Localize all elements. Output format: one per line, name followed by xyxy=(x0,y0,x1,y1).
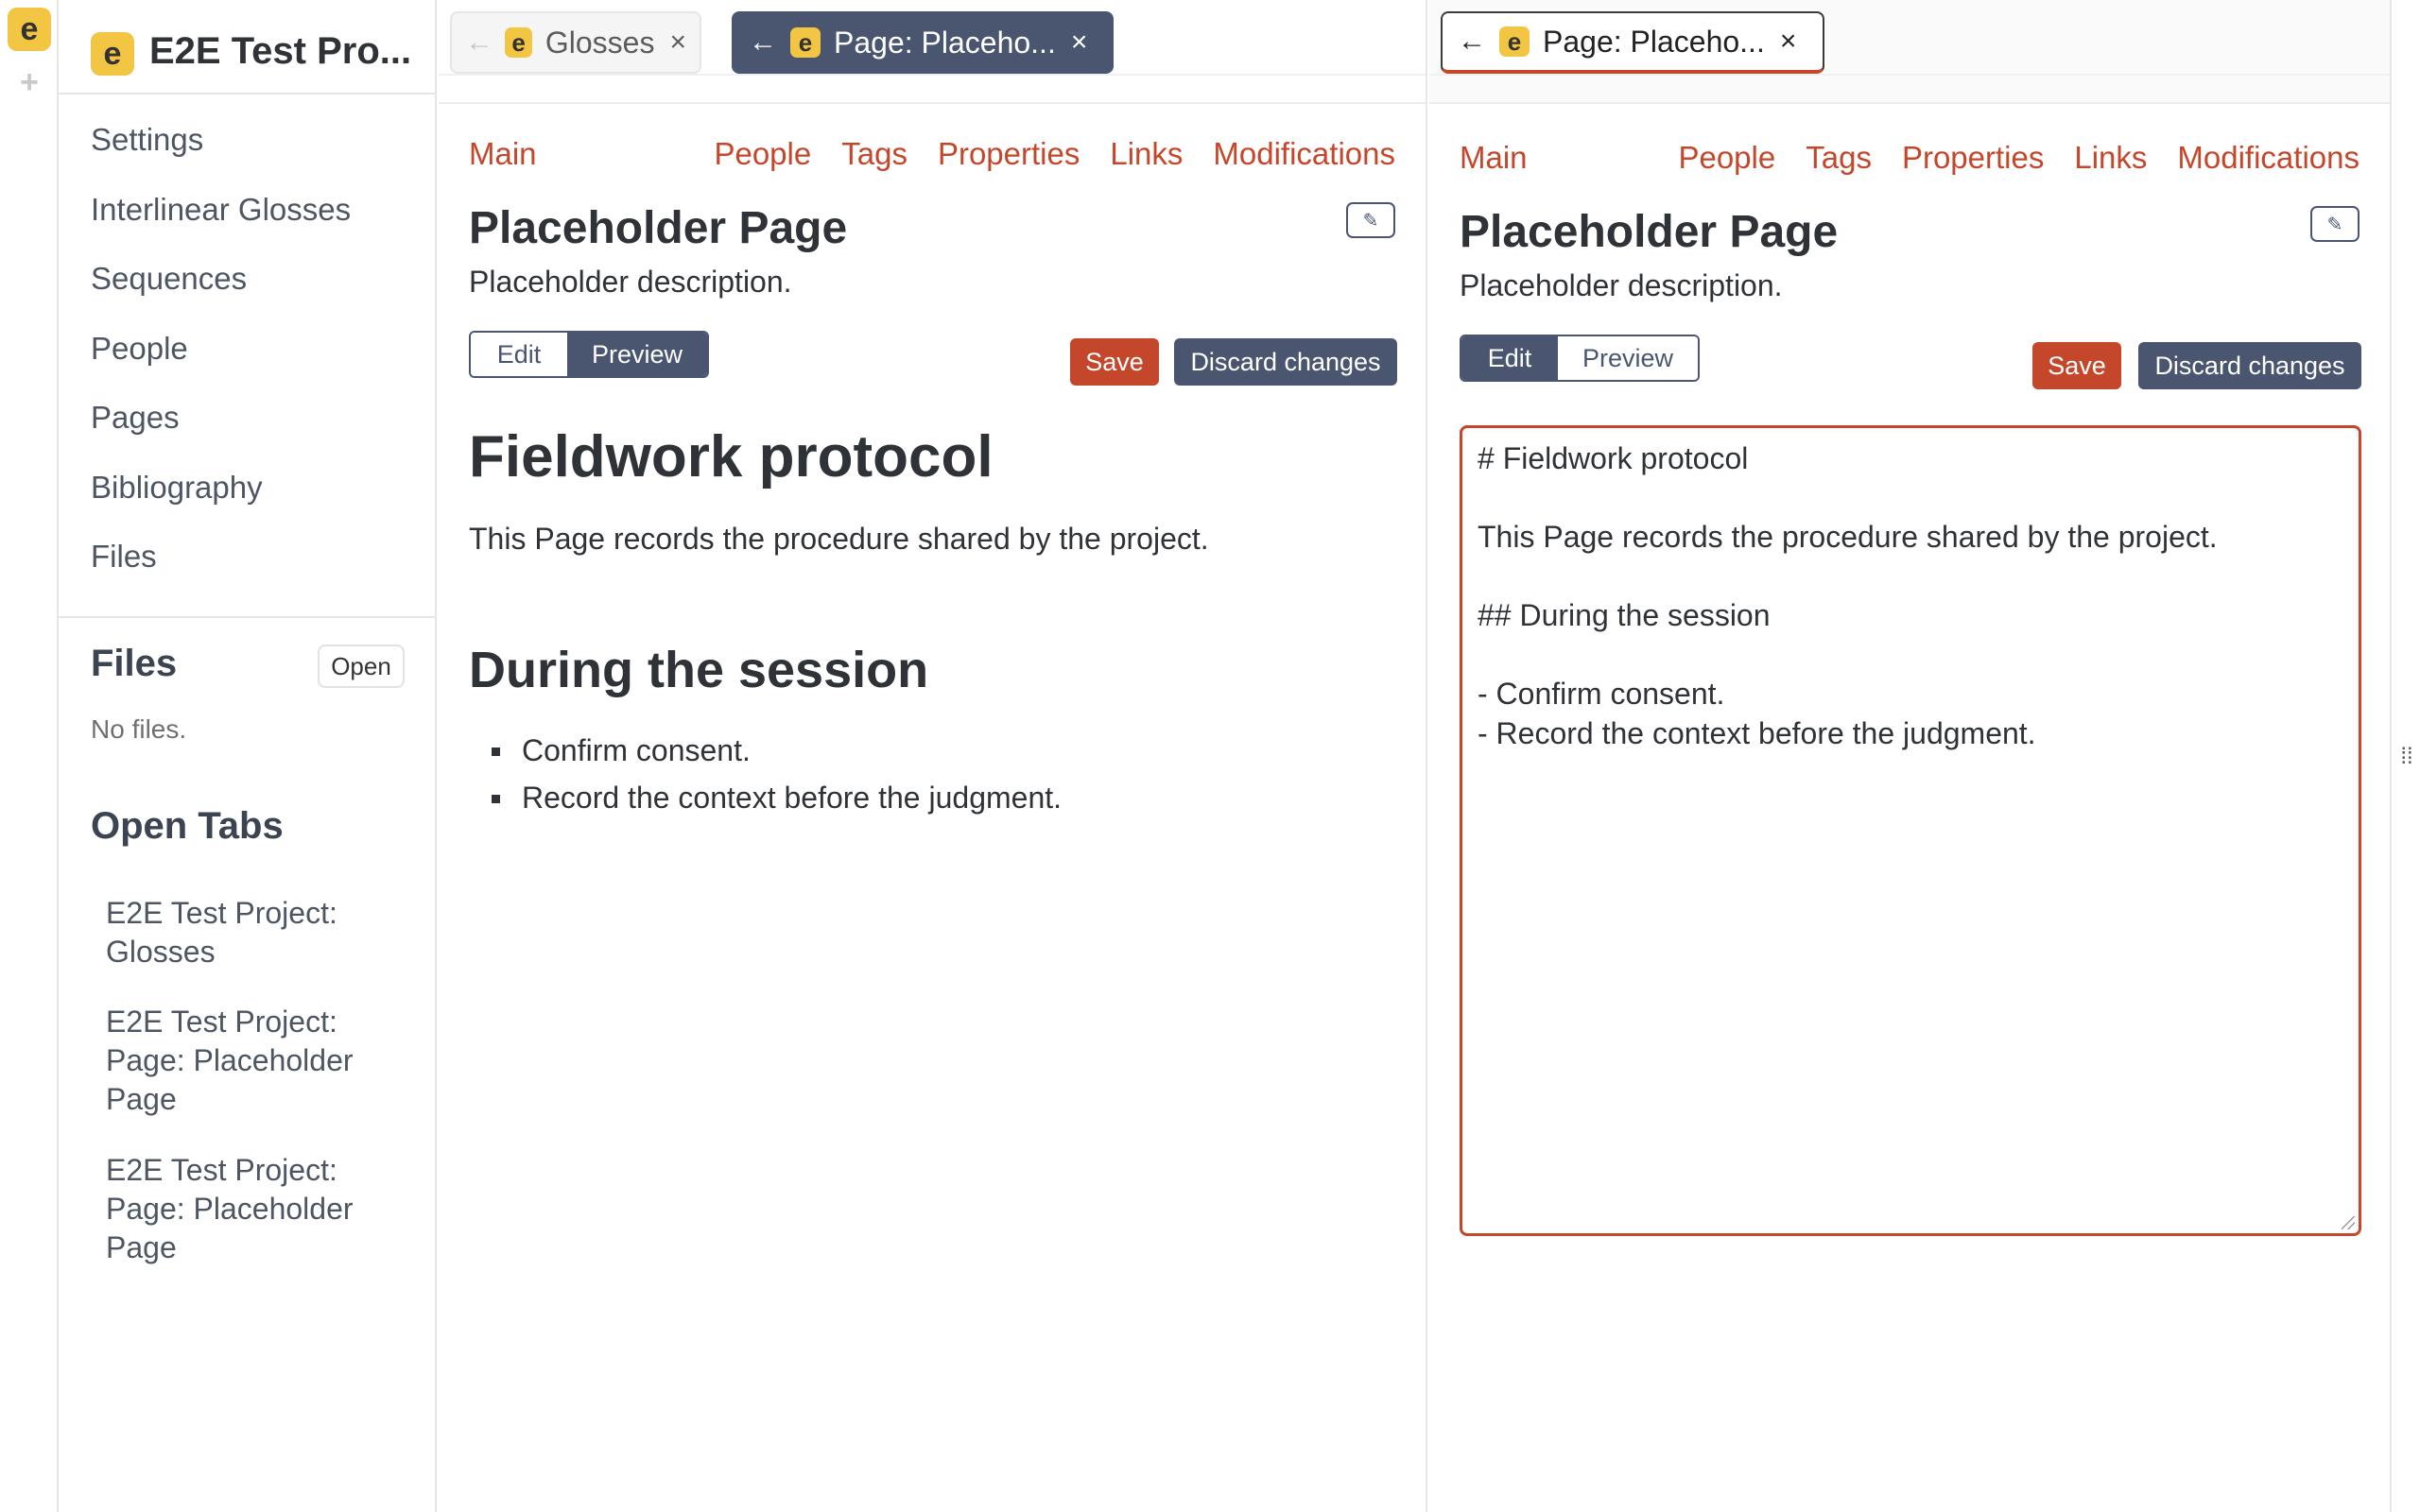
tabbar-divider xyxy=(1429,74,2390,76)
page-nav-links: People Tags Properties Links Modificatio… xyxy=(1678,140,2360,176)
editor-line: This Page records the procedure shared b… xyxy=(1478,520,2218,554)
open-tab-link-page-2[interactable]: E2E Test Project: Page: Placeholder Page xyxy=(106,1151,408,1267)
close-icon[interactable]: × xyxy=(669,26,686,59)
tabbar-divider xyxy=(439,74,1426,76)
project-title[interactable]: E2E Test Pro... xyxy=(149,30,411,73)
left-editor-pane: ← e Glosses × ← e Page: Placeho... × Mai… xyxy=(439,0,1427,1512)
tab-label: Page: Placeho... xyxy=(1543,24,1765,59)
sidebar-item-settings[interactable]: Settings xyxy=(91,121,351,191)
project-logo-icon: e xyxy=(91,32,134,76)
project-sidebar: e E2E Test Pro... Settings Interlinear G… xyxy=(59,0,437,1512)
sidebar-item-bibliography[interactable]: Bibliography xyxy=(91,469,351,539)
page-nav: Main People Tags Properties Links Modifi… xyxy=(1460,140,2360,181)
preview-heading-2: During the session xyxy=(469,642,929,698)
editor-line: # Fieldwork protocol xyxy=(1478,441,1749,475)
edit-title-pencil-icon[interactable]: ✎ xyxy=(1346,202,1395,238)
right-editor-pane: ← e Page: Placeho... × Main People Tags … xyxy=(1429,0,2392,1512)
close-icon[interactable]: × xyxy=(1071,26,1088,59)
open-tab-link-glosses[interactable]: E2E Test Project: Glosses xyxy=(106,894,408,971)
sidebar-item-pages[interactable]: Pages xyxy=(91,399,351,469)
save-button[interactable]: Save xyxy=(1070,338,1159,386)
tab-label: Page: Placeho... xyxy=(834,25,1056,60)
tab-logo-icon: e xyxy=(505,27,532,58)
sidebar-nav: Settings Interlinear Glosses Sequences P… xyxy=(91,121,351,608)
tab-label: Glosses xyxy=(544,25,655,60)
left-tabbar: ← e Glosses × ← e Page: Placeho... × xyxy=(439,0,1426,104)
sidebar-divider xyxy=(59,616,437,618)
nav-people[interactable]: People xyxy=(1678,140,1775,176)
nav-main[interactable]: Main xyxy=(1460,140,1528,176)
back-arrow-icon[interactable]: ← xyxy=(1456,26,1488,58)
sidebar-item-people[interactable]: People xyxy=(91,330,351,400)
project-header: e E2E Test Pro... xyxy=(59,0,437,94)
files-heading: Files xyxy=(91,643,178,684)
nav-main[interactable]: Main xyxy=(469,136,537,172)
preview-mode-button[interactable]: Preview xyxy=(567,333,707,376)
open-tab-link-page-1[interactable]: E2E Test Project: Page: Placeholder Page xyxy=(106,1003,408,1119)
page-title: Placeholder Page xyxy=(469,203,848,253)
edit-mode-button[interactable]: Edit xyxy=(1461,336,1558,380)
back-arrow-icon[interactable]: ← xyxy=(465,26,493,59)
back-arrow-icon[interactable]: ← xyxy=(747,26,779,59)
page-nav-links: People Tags Properties Links Modificatio… xyxy=(714,136,1395,172)
nav-properties[interactable]: Properties xyxy=(1902,140,2044,176)
app-window: e + e E2E Test Pro... Settings Interline… xyxy=(0,0,2420,1512)
right-tabbar: ← e Page: Placeho... × xyxy=(1429,0,2390,104)
tab-page-placeholder-focused[interactable]: ← e Page: Placeho... × xyxy=(1441,11,1824,74)
open-files-button[interactable]: Open xyxy=(318,644,405,688)
nav-modifications[interactable]: Modifications xyxy=(1213,136,1395,172)
edit-preview-toggle: Edit Preview xyxy=(469,331,709,378)
nav-links[interactable]: Links xyxy=(2074,140,2147,176)
nav-tags[interactable]: Tags xyxy=(841,136,908,172)
pane-drag-handle-icon[interactable]: ⁞⁞ xyxy=(2399,743,2414,771)
add-project-icon[interactable]: + xyxy=(15,66,43,98)
page-description: Placeholder description. xyxy=(1460,268,1783,302)
list-item: Record the context before the judgment. xyxy=(492,781,1062,816)
editor-line: ## During the session xyxy=(1478,598,1771,632)
nav-properties[interactable]: Properties xyxy=(938,136,1080,172)
nav-links[interactable]: Links xyxy=(1110,136,1183,172)
preview-paragraph: This Page records the procedure shared b… xyxy=(469,522,1209,556)
tab-logo-icon: e xyxy=(1499,26,1530,57)
tab-page-placeholder[interactable]: ← e Page: Placeho... × xyxy=(732,11,1114,74)
page-description: Placeholder description. xyxy=(469,265,792,299)
save-button[interactable]: Save xyxy=(2032,342,2121,389)
edit-mode-button[interactable]: Edit xyxy=(471,333,567,376)
nav-people[interactable]: People xyxy=(714,136,811,172)
open-tabs-heading: Open Tabs xyxy=(91,805,284,847)
textarea-resize-handle[interactable] xyxy=(2342,1216,2355,1229)
markdown-textarea[interactable]: # Fieldwork protocol This Page records t… xyxy=(1460,425,2361,1236)
sidebar-item-sequences[interactable]: Sequences xyxy=(91,260,351,330)
preview-mode-button[interactable]: Preview xyxy=(1558,336,1698,380)
edit-title-pencil-icon[interactable]: ✎ xyxy=(2310,206,2360,242)
activity-rail: e + xyxy=(0,0,59,1512)
tab-logo-icon: e xyxy=(790,27,821,58)
discard-changes-button[interactable]: Discard changes xyxy=(1174,338,1397,386)
discard-changes-button[interactable]: Discard changes xyxy=(2138,342,2361,389)
app-logo-icon[interactable]: e xyxy=(8,8,51,51)
page-title: Placeholder Page xyxy=(1460,207,1839,257)
tab-glosses[interactable]: ← e Glosses × xyxy=(450,11,701,74)
sidebar-item-interlinear-glosses[interactable]: Interlinear Glosses xyxy=(91,191,351,261)
preview-heading-1: Fieldwork protocol xyxy=(469,424,994,490)
nav-modifications[interactable]: Modifications xyxy=(2177,140,2360,176)
sidebar-item-files[interactable]: Files xyxy=(91,538,351,608)
nav-tags[interactable]: Tags xyxy=(1806,140,1872,176)
files-empty-text: No files. xyxy=(91,714,187,744)
page-nav: Main People Tags Properties Links Modifi… xyxy=(469,136,1395,178)
editor-line: - Record the context before the judgment… xyxy=(1478,716,2036,750)
editor-line: - Confirm consent. xyxy=(1478,677,1725,711)
list-item: Confirm consent. xyxy=(492,733,751,768)
close-icon[interactable]: × xyxy=(1780,26,1797,58)
edit-preview-toggle: Edit Preview xyxy=(1460,335,1700,382)
